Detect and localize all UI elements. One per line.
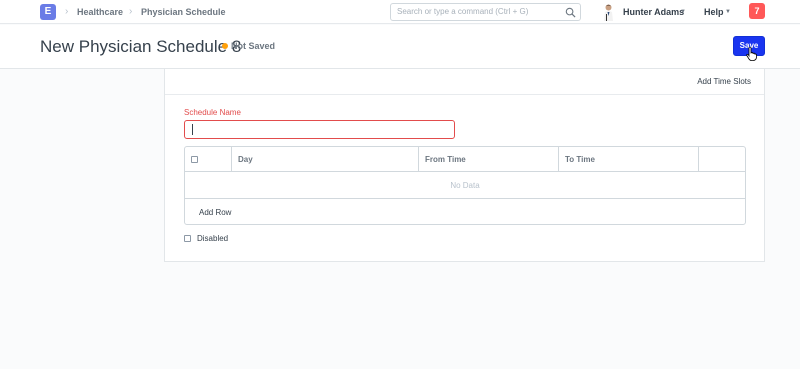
app-logo[interactable]: E	[40, 4, 56, 20]
schedule-name-label: Schedule Name	[184, 108, 241, 117]
page-head: New Physician Schedule 8 Not Saved Save	[0, 25, 800, 69]
column-header-from-time[interactable]: From Time	[425, 154, 466, 165]
navbar: E › Healthcare › Physician Schedule Sear…	[0, 0, 800, 24]
add-time-slots-button[interactable]: Add Time Slots	[697, 76, 751, 88]
breadcrumb-healthcare[interactable]: Healthcare	[77, 5, 123, 19]
form-toolbar: Add Time Slots	[165, 69, 764, 95]
help-menu[interactable]: Help	[704, 5, 724, 19]
grid-header: Day From Time To Time	[185, 147, 745, 172]
column-header-to-time[interactable]: To Time	[565, 154, 595, 165]
search-icon	[565, 7, 576, 18]
disabled-checkbox[interactable]	[184, 235, 191, 242]
status-badge: Not Saved	[231, 41, 276, 51]
text-caret	[192, 124, 193, 135]
chevron-right-icon: ›	[65, 6, 69, 17]
chevron-down-icon: ▼	[725, 9, 731, 15]
form-card: Add Time Slots Schedule Name Day From Ti…	[164, 69, 765, 262]
avatar[interactable]	[600, 3, 617, 21]
search-input[interactable]: Search or type a command (Ctrl + G)	[390, 3, 581, 21]
user-avatar-icon	[604, 4, 613, 21]
column-divider	[231, 147, 232, 172]
notification-badge[interactable]: 7	[749, 3, 765, 19]
time-slots-grid: Day From Time To Time No Data Add Row	[184, 146, 746, 225]
user-menu[interactable]: Hunter Adams	[623, 5, 684, 19]
select-all-checkbox[interactable]	[191, 156, 198, 163]
column-header-day[interactable]: Day	[238, 154, 253, 165]
column-divider	[558, 147, 559, 172]
add-row-button[interactable]: Add Row	[199, 207, 231, 218]
breadcrumb-physician-schedule[interactable]: Physician Schedule	[141, 5, 226, 19]
status-indicator-icon	[222, 43, 228, 49]
mouse-cursor-icon	[746, 47, 757, 61]
column-divider	[418, 147, 419, 172]
column-divider	[698, 147, 699, 172]
grid-empty-message: No Data	[185, 172, 745, 199]
page-title: New Physician Schedule 8	[40, 37, 242, 56]
chevron-down-icon: ▼	[680, 9, 686, 15]
chevron-right-icon: ›	[129, 6, 133, 17]
disabled-label: Disabled	[197, 234, 229, 243]
schedule-name-input[interactable]	[184, 120, 455, 139]
search-placeholder: Search or type a command (Ctrl + G)	[397, 7, 529, 16]
